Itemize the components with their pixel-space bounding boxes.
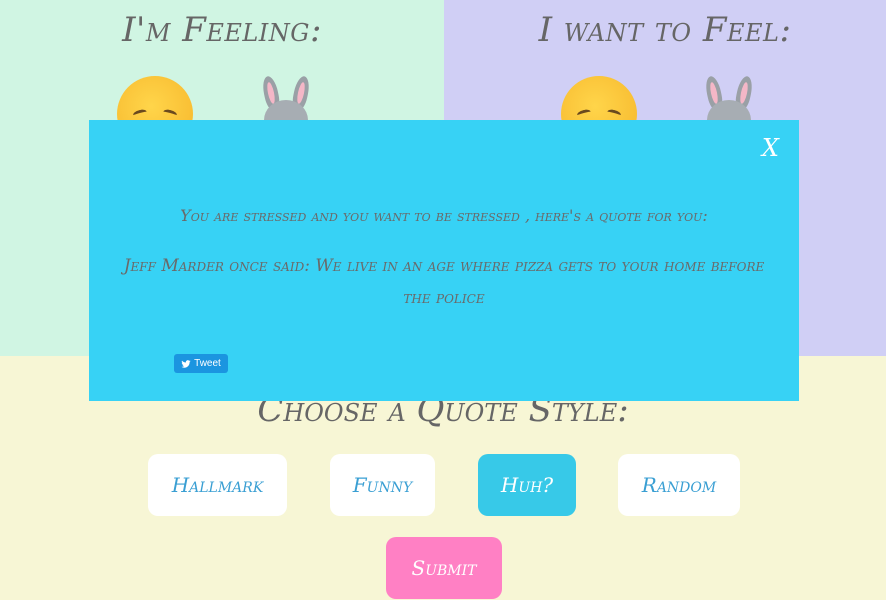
tweet-label: Tweet [194, 358, 221, 369]
twitter-bird-icon [181, 359, 191, 368]
modal-quote: Jeff Marder once said: We live in an age… [123, 256, 765, 308]
tweet-button[interactable]: Tweet [174, 354, 228, 373]
hallmark-button[interactable]: Hallmark [148, 454, 287, 516]
submit-button[interactable]: Submit [386, 537, 502, 599]
want-title: I want to Feel: [538, 10, 792, 50]
random-button[interactable]: Random [618, 454, 740, 516]
feeling-title: I'm Feeling: [122, 10, 322, 50]
huh-button[interactable]: Huh? [478, 454, 576, 516]
quote-modal: X You are stressed and you want to be st… [89, 120, 799, 401]
close-button[interactable]: X [762, 134, 779, 162]
modal-intro: You are stressed and you want to be stre… [180, 206, 708, 225]
funny-button[interactable]: Funny [330, 454, 435, 516]
